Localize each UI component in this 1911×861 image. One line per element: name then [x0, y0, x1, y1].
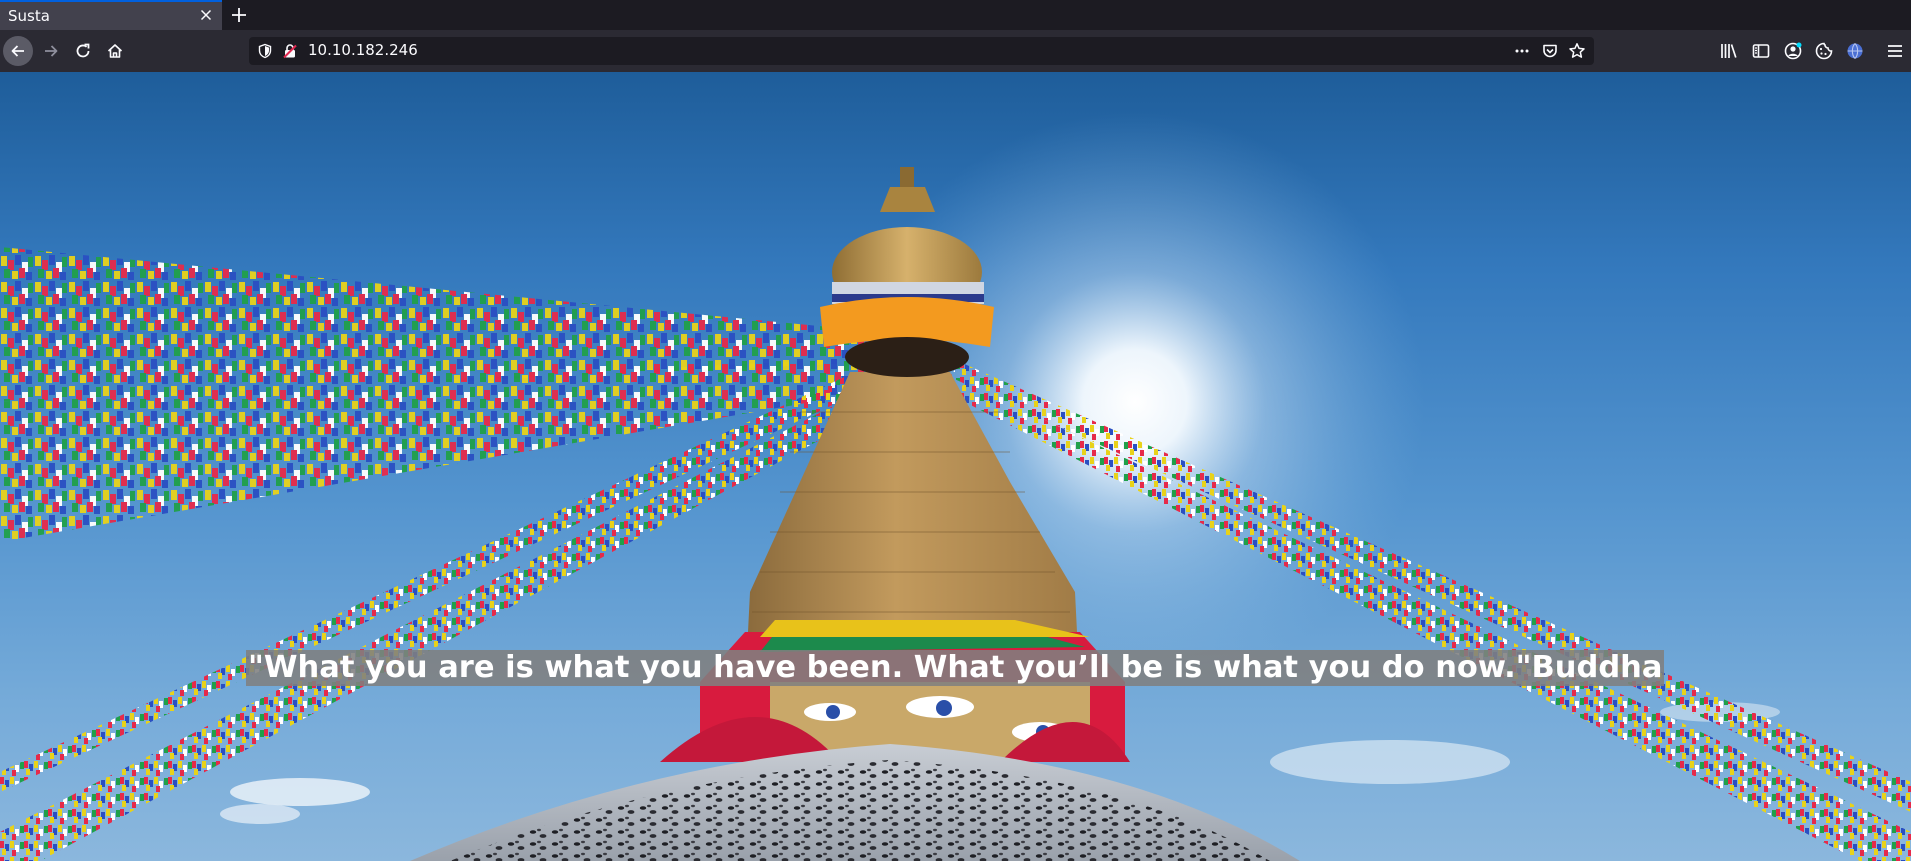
pocket-icon[interactable] — [1541, 42, 1559, 60]
close-icon[interactable] — [198, 7, 214, 23]
home-icon — [107, 44, 123, 58]
browser-window: Susta 10.10.182.246 "What you are is wha… — [0, 0, 1911, 861]
address-bar[interactable]: 10.10.182.246 — [249, 37, 1594, 65]
shield-icon[interactable] — [257, 43, 273, 59]
account-icon[interactable] — [1783, 41, 1803, 61]
nav-toolbar: 10.10.182.246 — [0, 30, 1911, 72]
arrow-right-icon — [45, 45, 58, 57]
forward-button[interactable] — [36, 36, 66, 66]
hamburger-menu-icon[interactable] — [1885, 41, 1905, 61]
page-content: "What you are is what you have been. Wha… — [0, 72, 1911, 861]
globe-extension-icon[interactable] — [1845, 41, 1865, 61]
sidebar-icon[interactable] — [1751, 41, 1771, 61]
arrow-left-icon — [11, 45, 24, 57]
star-icon[interactable] — [1568, 42, 1586, 60]
home-button[interactable] — [100, 36, 130, 66]
cookie-icon[interactable] — [1814, 41, 1834, 61]
tab-strip: Susta — [0, 0, 1911, 30]
stupa-with-prayer-flags-image — [0, 112, 1911, 861]
tab-active[interactable]: Susta — [0, 0, 222, 30]
library-icon[interactable] — [1719, 41, 1739, 61]
tab-title: Susta — [8, 7, 50, 25]
insecure-lock-icon[interactable] — [282, 43, 298, 59]
url-text[interactable]: 10.10.182.246 — [308, 41, 418, 59]
plus-icon[interactable] — [229, 5, 249, 25]
ellipsis-icon[interactable] — [1513, 42, 1531, 60]
reload-button[interactable] — [68, 36, 98, 66]
back-button[interactable] — [3, 36, 33, 66]
reload-icon — [76, 43, 90, 58]
quote-text: "What you are is what you have been. Wha… — [246, 650, 1665, 686]
